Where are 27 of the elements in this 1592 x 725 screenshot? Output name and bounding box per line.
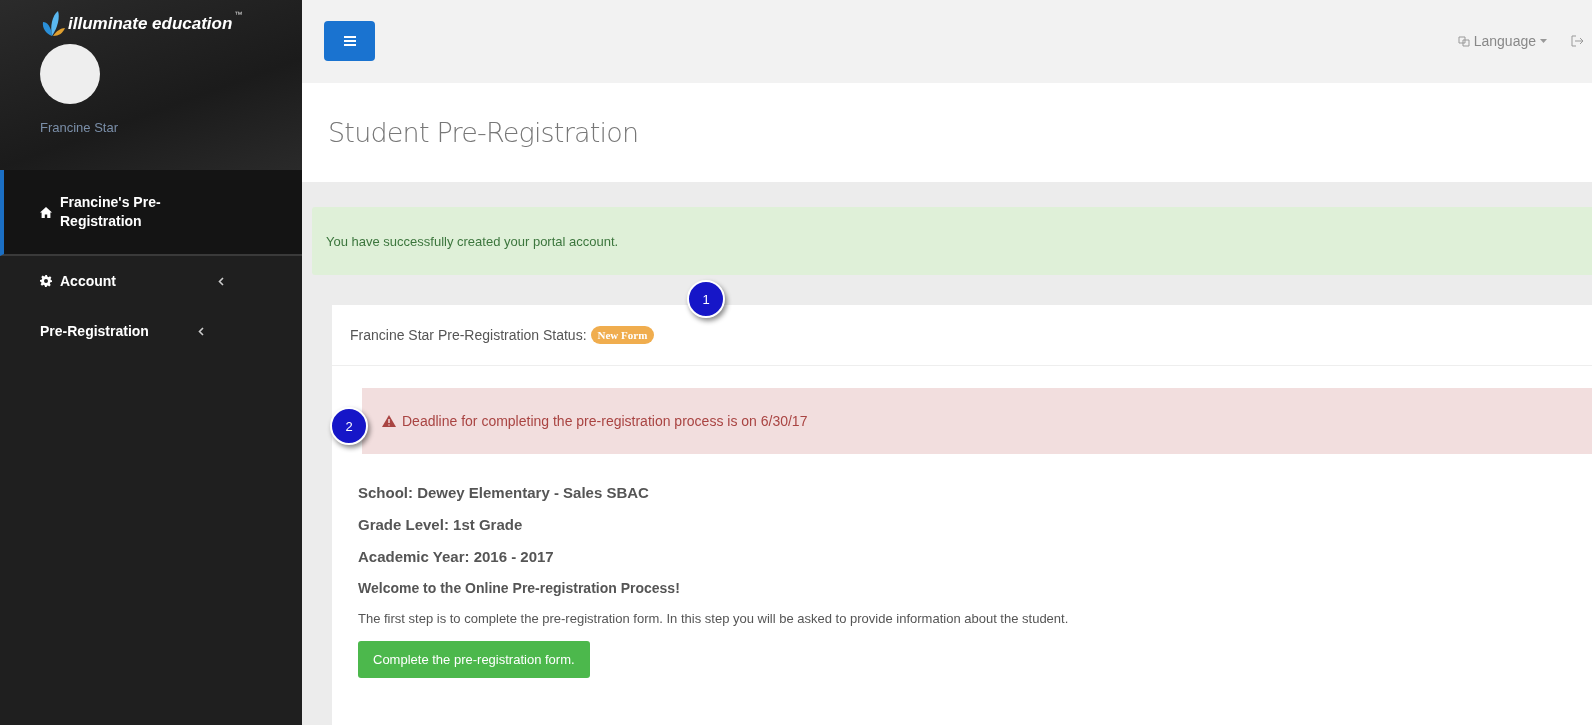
status-label: Francine Star Pre-Registration Status: xyxy=(350,327,587,343)
user-name: Francine Star xyxy=(40,120,120,135)
status-badge: New Form xyxy=(590,326,655,344)
success-alert: You have successfully created your portal account. xyxy=(312,207,1592,275)
detail-text: Grade Level: 1st Grade xyxy=(358,516,524,533)
avatar xyxy=(40,44,100,104)
logo-text: illuminate education xyxy=(68,14,233,34)
butterfly-logo-icon xyxy=(40,10,66,38)
callout-marker: 1 xyxy=(687,280,725,318)
detail-text: Welcome to the Online Pre-registration Process! xyxy=(358,580,681,596)
menu-button[interactable] xyxy=(324,21,375,62)
language-icon xyxy=(1457,35,1470,48)
menu-icon xyxy=(343,36,356,47)
logout-icon[interactable] xyxy=(1571,35,1584,48)
detail-text: Academic Year: 2016 - 2017 xyxy=(358,548,555,565)
home-icon xyxy=(40,206,52,218)
caret-icon xyxy=(1540,39,1547,44)
gear-icon xyxy=(40,275,52,287)
sidebar-item[interactable]: Account xyxy=(0,256,302,306)
detail-text: School: Dewey Elementary - Sales SBAC xyxy=(358,484,650,501)
deadline-text: Deadline for completing the pre-registration process is on 6/30/17 xyxy=(402,413,808,429)
page-title: Student Pre-Registration xyxy=(328,116,639,148)
warning-icon xyxy=(382,415,396,427)
sidebar-item[interactable]: Pre-Registration xyxy=(0,306,302,356)
sidebar-item[interactable]: Francine's Pre-Registration xyxy=(0,170,302,256)
instructions-text: The first step is to complete the pre-registration form. In this step you will be asked to provide information about the student. xyxy=(358,611,1070,626)
trademark: ™ xyxy=(234,10,243,19)
